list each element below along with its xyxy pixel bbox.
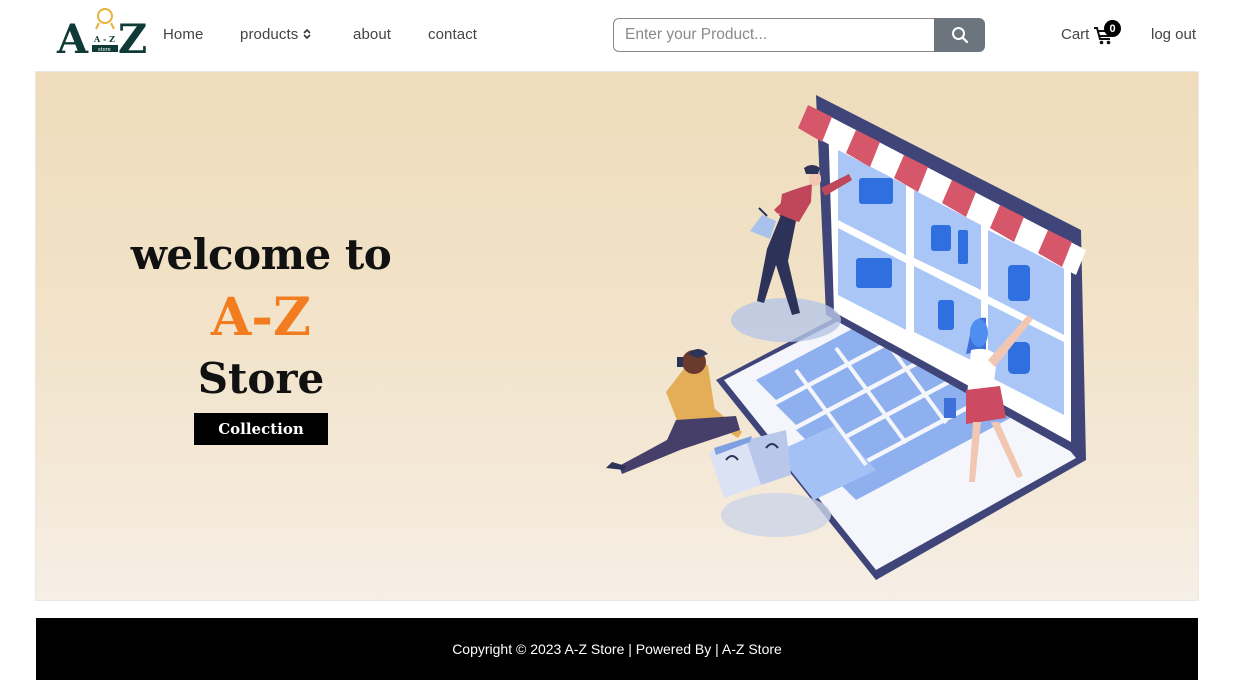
svg-text:A: A (56, 16, 89, 57)
nav-home[interactable]: Home (163, 26, 203, 43)
logout-link[interactable]: log out (1151, 26, 1196, 43)
store-logo[interactable]: A Z A - Z store (56, 5, 152, 63)
collection-button[interactable]: Collection (194, 413, 328, 445)
hero-store: Store (197, 354, 325, 403)
chevron-updown-icon (303, 28, 311, 40)
hero-brand: A-Z (211, 287, 311, 348)
nav-products-dropdown[interactable]: products (240, 26, 311, 43)
cart-count-badge: 0 (1104, 20, 1121, 37)
footer-copyright: Copyright © 2023 A-Z Store | Powered By … (452, 641, 782, 657)
hero-text: welcome to A-Z Store Collection (96, 222, 426, 445)
svg-text:A - Z: A - Z (93, 34, 115, 44)
search-input[interactable] (613, 18, 934, 52)
svg-text:store: store (98, 47, 111, 53)
shopping-laptop-illustration (606, 95, 1086, 580)
hero-welcome: welcome to (130, 230, 392, 279)
logo-icon: A Z A - Z store (56, 8, 147, 63)
footer: Copyright © 2023 A-Z Store | Powered By … (36, 618, 1198, 680)
cart-label: Cart (1061, 26, 1090, 43)
nav-contact[interactable]: contact (428, 26, 477, 43)
search-button[interactable] (934, 18, 985, 52)
nav-about[interactable]: about (353, 26, 391, 43)
svg-text:Z: Z (118, 16, 147, 57)
nav-products-label: products (240, 26, 299, 43)
search-icon (951, 27, 968, 44)
navbar: A Z A - Z store Home products about cont… (0, 0, 1234, 71)
hero-banner: welcome to A-Z Store Collection (35, 71, 1199, 601)
